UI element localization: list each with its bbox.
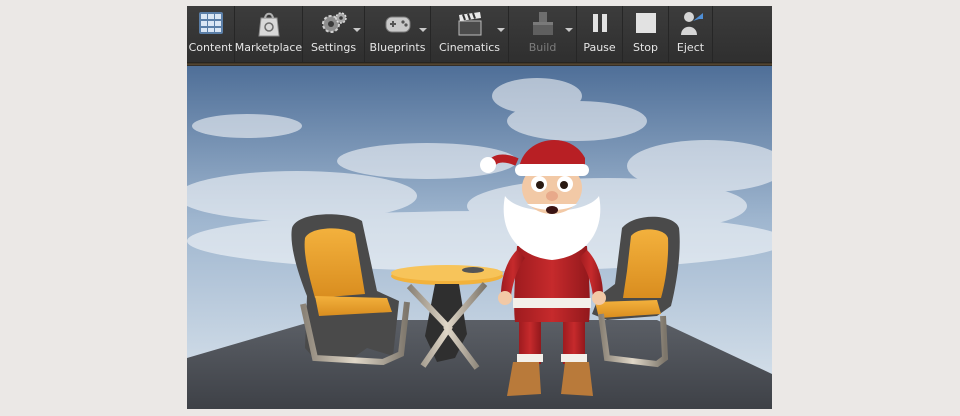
pause-button[interactable]: Pause: [577, 6, 623, 62]
blueprints-label: Blueprints: [369, 41, 426, 54]
cinematics-dropdown-arrow-icon[interactable]: [497, 28, 505, 32]
build-label: Build: [528, 41, 557, 54]
stop-button[interactable]: Stop: [623, 6, 669, 62]
content-browser-icon: [198, 12, 223, 34]
settings-dropdown-arrow-icon[interactable]: [353, 28, 361, 32]
marketplace-button[interactable]: Marketplace: [235, 6, 303, 62]
blueprints-dropdown-arrow-icon[interactable]: [419, 28, 427, 32]
floor-plane: [187, 320, 772, 409]
editor-window: Content Marketplace Settings Blueprints …: [187, 6, 772, 409]
pause-icon: [592, 14, 607, 32]
clapperboard-icon: [458, 12, 481, 36]
eject-button[interactable]: Eject: [669, 6, 713, 62]
cinematics-label: Cinematics: [438, 41, 501, 54]
build-button[interactable]: Build: [509, 6, 577, 62]
eject-label: Eject: [676, 41, 705, 54]
blueprint-gamepad-icon: [385, 16, 410, 33]
stop-label: Stop: [632, 41, 658, 54]
cinematics-button[interactable]: Cinematics: [431, 6, 509, 62]
content-label: Content: [188, 41, 233, 54]
blueprints-button[interactable]: Blueprints: [365, 6, 431, 62]
settings-gears-icon: [321, 12, 347, 33]
viewport-scene: [187, 66, 772, 409]
level-editor-toolbar: Content Marketplace Settings Blueprints …: [187, 6, 772, 62]
stop-icon: [635, 13, 656, 33]
pause-label: Pause: [583, 41, 616, 54]
marketplace-bag-icon: [257, 12, 280, 37]
eject-icon: [680, 12, 703, 35]
marketplace-label: Marketplace: [234, 41, 303, 54]
build-dropdown-arrow-icon[interactable]: [565, 28, 573, 32]
settings-button[interactable]: Settings: [303, 6, 365, 62]
settings-label: Settings: [310, 41, 357, 54]
content-button[interactable]: Content: [187, 6, 235, 62]
build-blocks-icon: [532, 12, 553, 35]
game-viewport[interactable]: [187, 66, 772, 409]
